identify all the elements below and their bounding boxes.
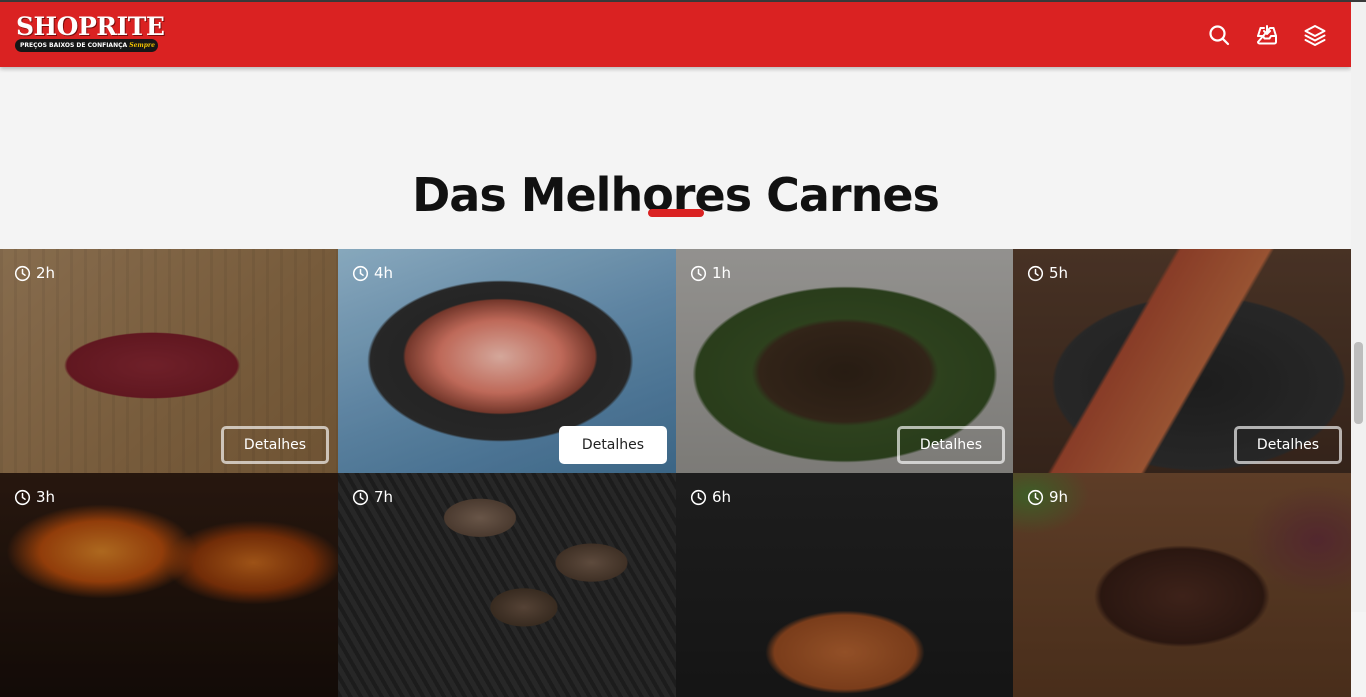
cooking-time: 9h <box>1027 488 1068 506</box>
cooking-time: 2h <box>14 264 55 282</box>
shoprite-logo[interactable]: SHOPRITE PREÇOS BAIXOS DE CONFIANÇA Semp… <box>15 12 165 56</box>
details-button[interactable]: Detalhes <box>897 426 1005 464</box>
clock-icon <box>1027 489 1044 505</box>
recipe-card[interactable]: 1h Detalhes <box>676 249 1014 473</box>
search-icon[interactable] <box>1207 23 1231 47</box>
clock-icon <box>690 489 707 505</box>
recipe-grid: 2h Detalhes 4h Detalhes 1h Detalhes 5h D… <box>0 249 1351 697</box>
page-scrollbar[interactable] <box>1351 2 1366 612</box>
cooking-time-value: 7h <box>374 488 394 506</box>
cooking-time-value: 3h <box>36 488 56 506</box>
recipe-card[interactable]: 5h Detalhes <box>1013 249 1351 473</box>
recipe-card[interactable]: 6h <box>676 473 1014 697</box>
image-overlay <box>676 473 1014 697</box>
cooking-time: 4h <box>352 264 393 282</box>
clock-icon <box>1027 265 1044 281</box>
site-header: SHOPRITE PREÇOS BAIXOS DE CONFIANÇA Semp… <box>0 2 1351 67</box>
details-button[interactable]: Detalhes <box>559 426 667 464</box>
cooking-time-value: 4h <box>374 264 394 282</box>
logo-tagline: PREÇOS BAIXOS DE CONFIANÇA Sempre <box>15 39 158 52</box>
clock-icon <box>352 265 369 281</box>
image-overlay <box>0 473 338 697</box>
layers-icon[interactable] <box>1303 23 1327 47</box>
recipe-card[interactable]: 9h <box>1013 473 1351 697</box>
clock-icon <box>14 265 31 281</box>
cooking-time-value: 5h <box>1049 264 1069 282</box>
image-overlay <box>1013 473 1351 697</box>
logo-tagline-text: PREÇOS BAIXOS DE CONFIANÇA <box>20 42 128 49</box>
cooking-time-value: 6h <box>712 488 732 506</box>
logo-tagline-script: Sempre <box>129 42 155 49</box>
clock-icon <box>14 489 31 505</box>
title-underline <box>648 209 704 217</box>
cooking-time-value: 2h <box>36 264 56 282</box>
cooking-time: 7h <box>352 488 393 506</box>
recipe-card[interactable]: 4h Detalhes <box>338 249 676 473</box>
cooking-time: 6h <box>690 488 731 506</box>
recipe-card[interactable]: 3h <box>0 473 338 697</box>
scrollbar-thumb[interactable] <box>1354 342 1363 424</box>
cooking-time: 5h <box>1027 264 1068 282</box>
clock-icon <box>352 489 369 505</box>
cooking-time-value: 9h <box>1049 488 1069 506</box>
recipe-card[interactable]: 7h <box>338 473 676 697</box>
details-button[interactable]: Detalhes <box>1234 426 1342 464</box>
cooking-time: 3h <box>14 488 55 506</box>
cooking-time: 1h <box>690 264 731 282</box>
recipe-card[interactable]: 2h Detalhes <box>0 249 338 473</box>
cooking-time-value: 1h <box>712 264 732 282</box>
inbox-download-icon[interactable] <box>1255 23 1279 47</box>
logo-wordmark: SHOPRITE <box>16 12 165 41</box>
clock-icon <box>690 265 707 281</box>
image-overlay <box>338 473 676 697</box>
details-button[interactable]: Detalhes <box>221 426 329 464</box>
